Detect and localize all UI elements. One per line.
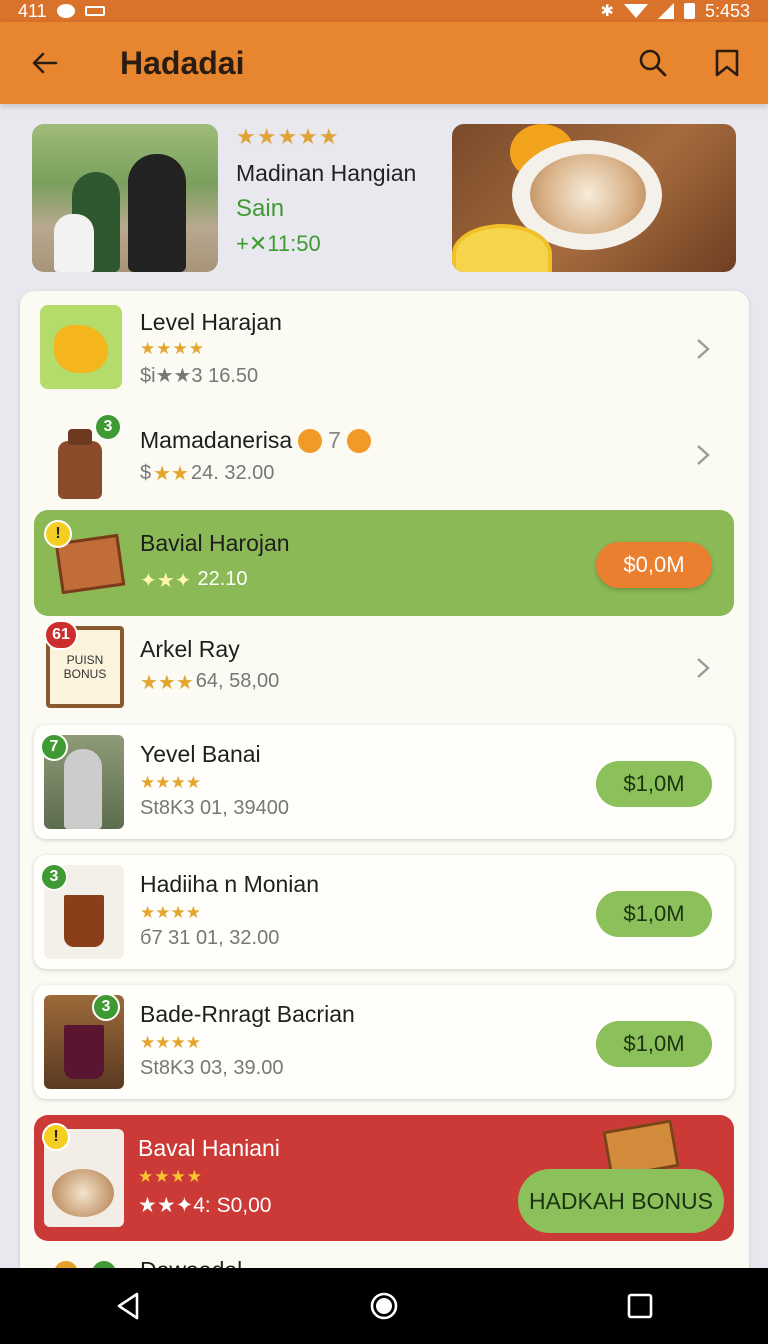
status-bar: 411 ✱ 5:453 [0, 0, 768, 22]
search-button[interactable] [616, 22, 690, 104]
thumb-text: BONUS [63, 667, 107, 681]
status-time-left: 411 [18, 0, 47, 21]
coin-icon [298, 428, 323, 453]
back-button[interactable] [10, 22, 80, 104]
item-badge: 61 [44, 620, 78, 650]
thumb-text: PUISN [66, 653, 104, 667]
list-item[interactable]: PUISN BONUS 61 Arkel Ray ★★★ 64, 58,00 [20, 616, 749, 724]
notification-icon [84, 6, 105, 16]
item-price: б7 31 01, 32.00 [140, 927, 280, 949]
system-navigation-bar [0, 1268, 768, 1344]
item-name: Bade-Rnragt Bacrian [140, 1001, 355, 1027]
bookmark-button[interactable] [690, 22, 764, 104]
item-price: St8K3 03, 39.00 [140, 1057, 284, 1079]
hero-name: Madinan Hangian [236, 160, 417, 186]
item-name: Arkel Ray [140, 636, 240, 662]
price-button[interactable]: $1,0M [596, 1021, 712, 1067]
list-item-card[interactable]: 3 Hadiiha n Monian ★★★★ б7 31 01, 32.00 … [34, 855, 734, 969]
signal-icon [657, 3, 674, 19]
item-name: Mamadanerisa 7 [140, 427, 371, 454]
item-thumbnail [40, 305, 122, 389]
item-rating: ✦★✦ [140, 570, 192, 592]
list-item-highlighted[interactable]: ! Baval Haniani ★★★★ ★★✦4: S0,00 HADKAH … [34, 1115, 734, 1241]
price-button[interactable]: $0,0M [596, 542, 712, 588]
item-rating: ★★★★ [140, 903, 201, 922]
hero-price: +✕11:50 [236, 231, 321, 256]
price-button[interactable]: $1,0M [596, 761, 712, 807]
item-price: St8K3 01, 39400 [140, 797, 290, 819]
item-price: $i★★3 16.50 [140, 365, 259, 387]
square-recents-icon [627, 1293, 653, 1319]
bookmark-icon [715, 49, 739, 77]
list-item-highlighted[interactable]: ! Bavial Harojan ✦★✦ 22.10 $0,0M [34, 510, 734, 616]
bonus-button[interactable]: HADKAH BONUS [518, 1169, 724, 1233]
hero-rating: ★★★★★ [236, 124, 340, 149]
battery-icon [683, 3, 695, 19]
nav-recents-button[interactable] [610, 1276, 670, 1336]
hero-info: ★★★★★ Madinan Hangian Sain +✕11:50 [236, 124, 446, 257]
item-price-row: ✦★✦ 22.10 [140, 568, 248, 593]
item-rating: ★★★★ [140, 339, 205, 358]
alert-badge: ! [44, 520, 72, 548]
page-title: Hadadai [120, 44, 245, 81]
item-price: $ ★★ 24. 32.00 [140, 462, 275, 485]
home-circle-icon [370, 1292, 398, 1320]
item-rating: ★★★★ [138, 1167, 203, 1186]
item-name: Level Harajan [140, 309, 282, 335]
item-rating: ★★ [153, 463, 189, 485]
item-badge: 3 [94, 413, 122, 441]
item-rating: ★★★ [140, 672, 194, 694]
list-item[interactable]: 3 Mamadanerisa 7 $ ★★ 24. 32.00 [20, 403, 749, 509]
item-price: ★★✦4: S0,00 [138, 1194, 272, 1217]
search-icon [639, 49, 667, 77]
nav-home-button[interactable] [354, 1276, 414, 1336]
list-item-card[interactable]: 3 Bade-Rnragt Bacrian ★★★★ St8K3 03, 39.… [34, 985, 734, 1099]
item-name: Hadiiha n Monian [140, 871, 320, 897]
price-button[interactable]: $1,0M [596, 891, 712, 937]
hero-banner[interactable]: ★★★★★ Madinan Hangian Sain +✕11:50 [32, 124, 736, 274]
wifi-icon [623, 4, 648, 18]
item-rating: ★★★★ [140, 1033, 201, 1052]
item-rating: ★★★★ [140, 773, 201, 792]
hero-subtitle: Sain [236, 195, 285, 222]
item-name: Bavial Harojan [140, 530, 290, 556]
item-price: ★★★ 64, 58,00 [140, 670, 280, 694]
app-bar: Hadadai [0, 22, 768, 104]
item-name: Yevel Banai [140, 741, 261, 767]
item-badge: 3 [92, 993, 120, 1021]
item-extra: 7 [328, 427, 341, 453]
family-photo [32, 124, 218, 272]
item-price: 22.10 [197, 568, 248, 590]
coin-icon [346, 428, 371, 453]
status-time-right: 5:453 [704, 0, 750, 21]
list-item[interactable]: Level Harajan ★★★★ $i★★3 16.50 [20, 291, 749, 403]
chevron-right-icon [691, 337, 715, 361]
alert-badge: ! [42, 1123, 70, 1151]
offer-list: Level Harajan ★★★★ $i★★3 16.50 3 Mamadan… [20, 291, 749, 1281]
coffee-photo [452, 124, 736, 272]
item-badge: 3 [40, 863, 68, 891]
chevron-right-icon [691, 443, 715, 467]
arrow-left-icon [32, 52, 58, 74]
item-name: Baval Haniani [138, 1135, 280, 1161]
item-badge: 7 [40, 733, 68, 761]
bluetooth-icon: ✱ [600, 3, 614, 20]
list-item-card[interactable]: 7 Yevel Banai ★★★★ St8K3 01, 39400 $1,0M [34, 725, 734, 839]
chevron-right-icon [691, 656, 715, 680]
nav-back-button[interactable] [98, 1276, 158, 1336]
vpn-icon [56, 4, 75, 18]
triangle-back-icon [117, 1292, 139, 1320]
